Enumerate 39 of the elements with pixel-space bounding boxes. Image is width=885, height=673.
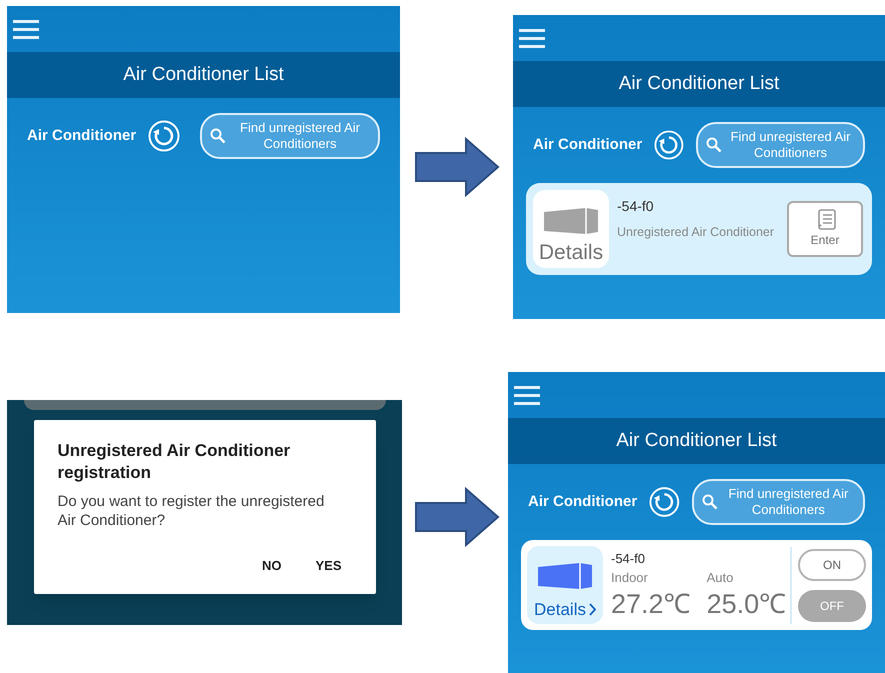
screen-title: Air Conditioner List [616, 428, 777, 453]
details-button[interactable]: Details [533, 190, 609, 268]
device-name: -54-f0 [611, 550, 646, 568]
mode-label: Auto [706, 569, 734, 588]
power-button[interactable]: ON [798, 548, 866, 580]
refresh-icon[interactable] [654, 129, 684, 161]
refresh-icon[interactable] [148, 120, 180, 152]
section-label: Air Conditioner [528, 492, 638, 512]
menu-icon[interactable] [519, 28, 545, 48]
device-name: -54-f0 [617, 197, 655, 216]
device-status: Unregistered Air Conditioner [617, 224, 776, 241]
screen-title: Air Conditioner List [618, 72, 780, 96]
section-label: Air Conditioner [533, 134, 642, 155]
indoor-label: Indoor [611, 569, 649, 588]
search-icon [702, 494, 718, 510]
screen-title: Air Conditioner List [123, 62, 284, 87]
enter-button[interactable]: Enter [787, 201, 863, 257]
menu-icon[interactable] [514, 385, 540, 405]
air-conditioner-icon [536, 560, 594, 591]
find-button[interactable]: Find unregistered Air Conditioners [696, 122, 865, 168]
menu-icon[interactable] [13, 19, 39, 39]
dialog-button[interactable]: YES [305, 556, 352, 576]
find-button[interactable]: Find unregistered Air Conditioners [692, 479, 865, 525]
power-button[interactable]: OFF [798, 590, 866, 622]
arrow-icon [414, 137, 500, 197]
arrow-icon [414, 487, 500, 547]
dialog-button[interactable]: NO [252, 556, 292, 576]
indoor-temperature: 27.2℃ [611, 588, 691, 621]
air-conditioner-icon [542, 206, 600, 236]
find-button[interactable]: Find unregistered Air Conditioners [200, 113, 380, 159]
chevron-icon [588, 602, 596, 616]
set-temperature: 25.0℃ [706, 588, 786, 621]
dialog-message: Do you want to register the unregistered Air Conditioner? [58, 492, 326, 530]
refresh-icon[interactable] [649, 486, 680, 518]
search-icon [210, 128, 226, 144]
search-icon [706, 137, 722, 153]
dialog-title: Unregistered Air Conditioner registration [58, 440, 292, 484]
section-label: Air Conditioner [27, 126, 136, 146]
details-button[interactable]: Details [527, 546, 603, 624]
